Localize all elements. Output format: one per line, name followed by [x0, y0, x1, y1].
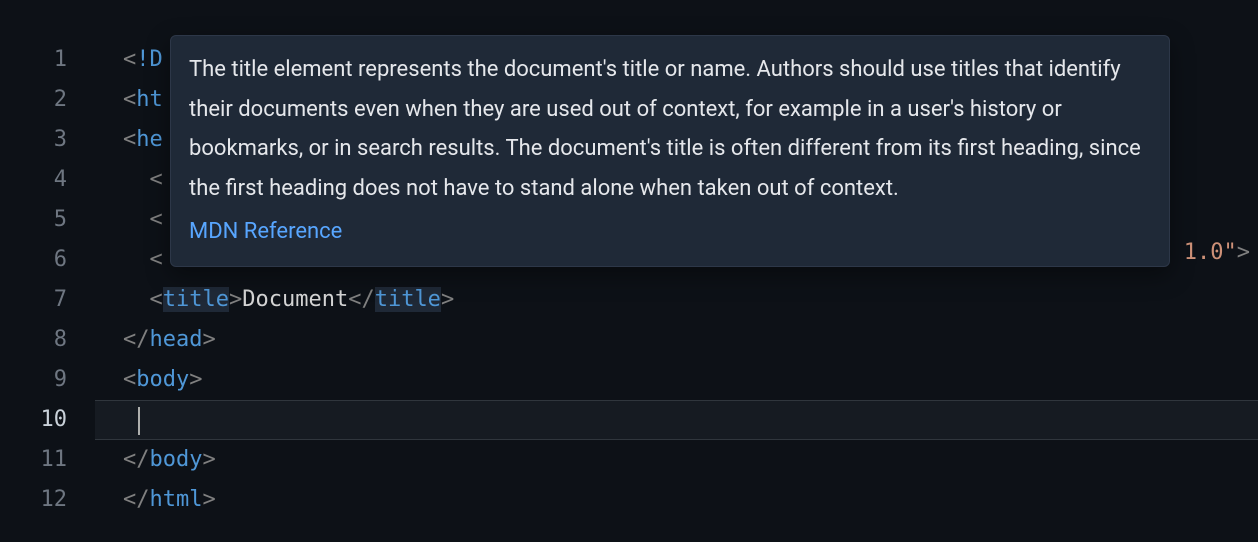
code-fragment-overflow: 1.0"> [1184, 240, 1250, 265]
hover-tooltip: The title element represents the documen… [170, 35, 1170, 267]
line-number: 1 [0, 40, 67, 80]
code-line[interactable]: <body> [95, 360, 1258, 400]
line-number: 12 [0, 480, 67, 520]
mdn-reference-link[interactable]: MDN Reference [189, 212, 1151, 252]
code-line[interactable]: </body> [95, 440, 1258, 480]
line-number-gutter: 1 2 3 4 5 6 7 8 9 10 11 12 [0, 0, 95, 542]
line-number: 11 [0, 440, 67, 480]
line-number: 8 [0, 320, 67, 360]
code-line-active[interactable] [95, 400, 1258, 440]
line-number: 2 [0, 80, 67, 120]
line-number-active: 10 [0, 400, 67, 440]
line-number: 6 [0, 240, 67, 280]
code-line[interactable]: </html> [95, 480, 1258, 520]
code-line[interactable]: <title>Document</title> [95, 280, 1258, 320]
line-number: 4 [0, 160, 67, 200]
code-line[interactable]: </head> [95, 320, 1258, 360]
tooltip-description: The title element represents the documen… [189, 50, 1151, 208]
line-number: 5 [0, 200, 67, 240]
line-number: 9 [0, 360, 67, 400]
line-number: 7 [0, 280, 67, 320]
text-cursor [138, 407, 140, 435]
line-number: 3 [0, 120, 67, 160]
